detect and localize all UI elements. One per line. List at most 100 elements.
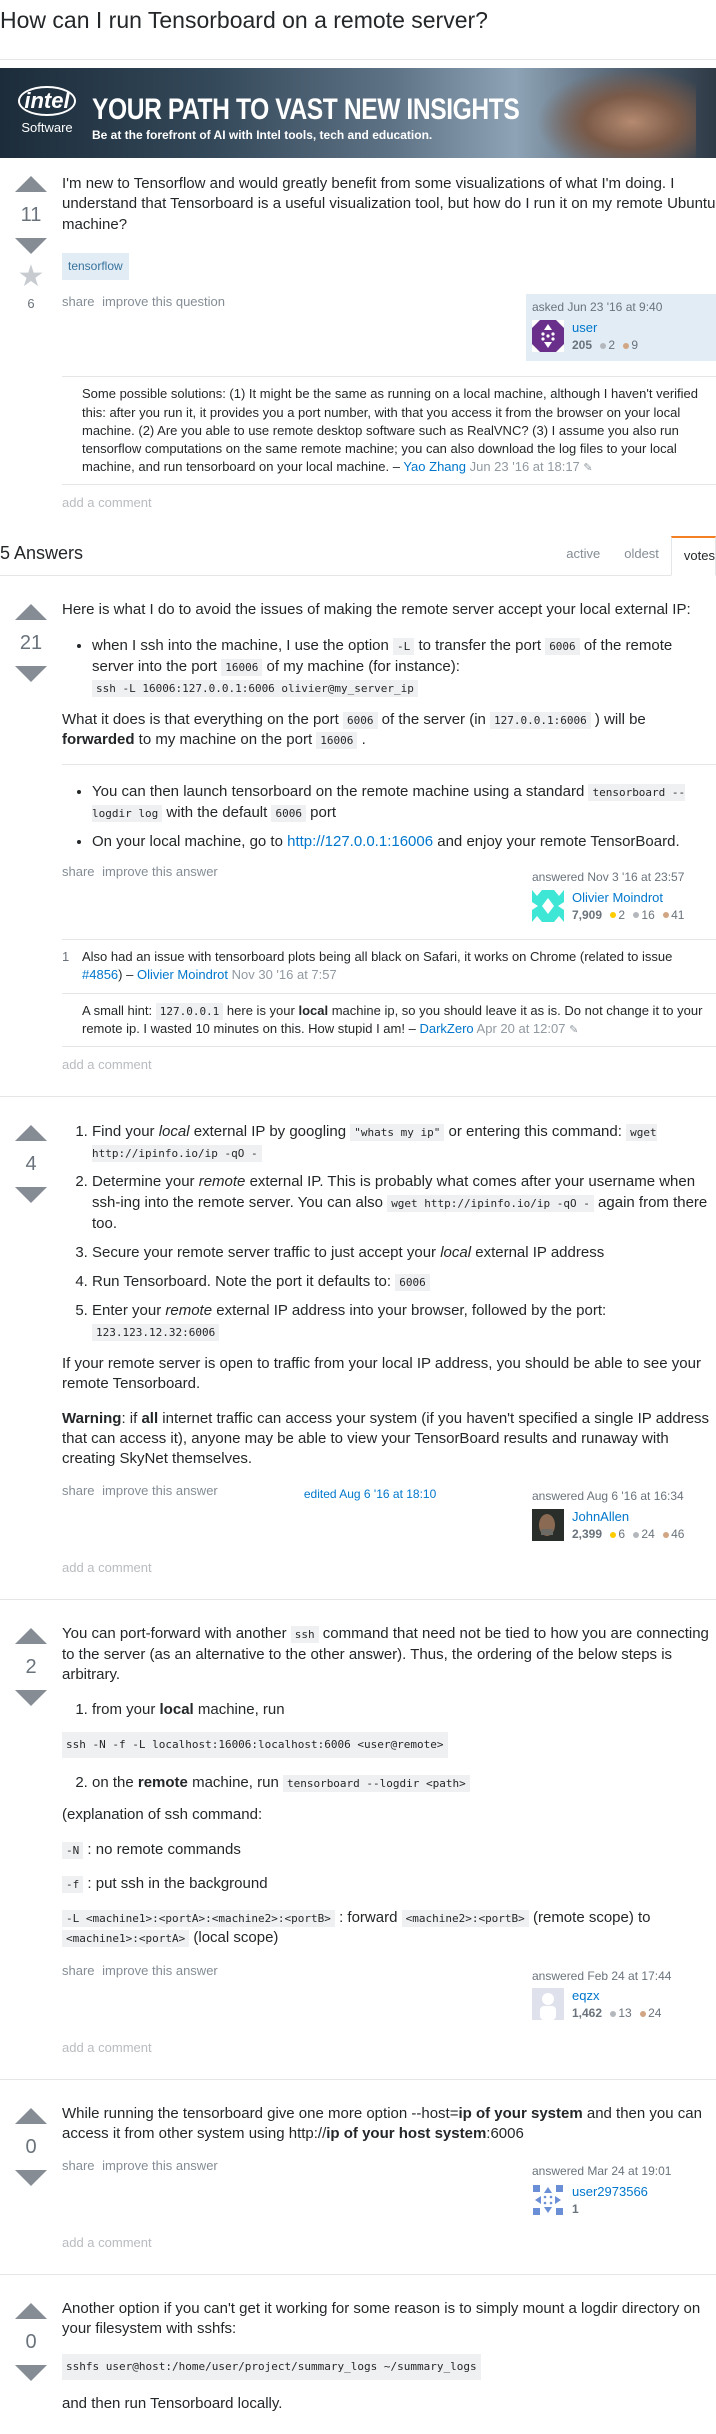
banner-subline: Be at the forefront of AI with Intel too… — [92, 128, 433, 142]
upvote-arrow-icon[interactable] — [15, 2107, 47, 2124]
tab-votes[interactable]: votes — [670, 536, 716, 577]
localhost-link[interactable]: http://127.0.0.1:16006 — [287, 833, 433, 850]
comment-score — [62, 385, 82, 476]
user-name-link[interactable]: JohnAllen — [572, 1509, 629, 1524]
answer-post-menu: share improve this answer — [62, 1963, 222, 1980]
answer-step: Enter your remote external IP address in… — [92, 1300, 716, 1342]
upvote-arrow-icon[interactable] — [15, 604, 47, 621]
downvote-arrow-icon[interactable] — [15, 666, 47, 683]
inline-code: <machine1>:<portA> — [62, 1930, 190, 1948]
inline-code: 16006 — [221, 658, 263, 676]
text: and enjoy your remote TensorBoard. — [433, 833, 680, 851]
text: You can port-forward with another — [62, 1625, 291, 1643]
user-name-link[interactable]: eqzx — [572, 1988, 599, 2003]
user-avatar[interactable] — [532, 1988, 564, 2021]
answer-post: 4 Find your local external IP by googlin… — [0, 1097, 716, 1601]
bronze-badge-count: 46 — [671, 1526, 685, 1541]
improve-answer-link[interactable]: improve this answer — [102, 864, 218, 879]
question-body-cell: I'm new to Tensorflow and would greatly … — [62, 164, 716, 528]
user-name-link[interactable]: Olivier Moindrot — [572, 890, 663, 905]
answer-body: Another option if you can't get it worki… — [62, 2289, 716, 2414]
user-avatar[interactable] — [531, 1508, 564, 1541]
bold-text: forwarded — [62, 730, 135, 748]
bronze-badge: 24 — [640, 2006, 661, 2020]
inline-code: 123.123.12.32:6006 — [92, 1324, 220, 1342]
answer-post-menu: share improve this answer — [62, 864, 222, 881]
answer-post: 21 Here is what I do to avoid the issues… — [0, 576, 716, 1098]
add-comment-link[interactable]: add a comment — [62, 1550, 716, 1593]
downvote-arrow-icon[interactable] — [15, 1690, 47, 1707]
answer-post-menu: share improve this answer — [62, 2158, 222, 2175]
add-comment-link[interactable]: add a comment — [62, 2225, 716, 2268]
upvote-arrow-icon[interactable] — [15, 1628, 47, 1645]
add-comment-link[interactable]: add a comment — [62, 1047, 716, 1090]
question-title[interactable]: How can I run Tensorboard on a remote se… — [0, 0, 716, 60]
inline-code: -L <machine1>:<portA>:<machine2>:<portB> — [62, 1910, 335, 1928]
user-avatar[interactable] — [532, 889, 564, 922]
answer-step: Find your local external IP by googling … — [92, 1121, 716, 1163]
inline-code: tensorboard --logdir <path> — [282, 1775, 470, 1793]
text: Determine your — [92, 1173, 199, 1191]
bronze-badge-count: 9 — [631, 337, 639, 352]
tab-oldest[interactable]: oldest — [612, 536, 671, 575]
answer-sort-tabs: active oldest votes — [554, 536, 716, 577]
add-comment-link[interactable]: add a comment — [62, 2030, 716, 2073]
answer-comments: 1 Also had an issue with tensorboard plo… — [62, 939, 716, 1048]
answer-footer: share improve this answer answered Nov 3… — [62, 864, 716, 931]
answer-signature: answered Aug 6 '16 at 16:34 JohnAllen 2,… — [526, 1483, 716, 1550]
downvote-arrow-icon[interactable] — [15, 238, 47, 254]
inline-code: ssh — [290, 1626, 319, 1644]
text: : if — [121, 1409, 142, 1427]
improve-question-link[interactable]: improve this question — [102, 294, 225, 309]
upvote-arrow-icon[interactable] — [15, 176, 47, 192]
gold-badge: 2 — [610, 908, 625, 922]
user-reputation: 1 — [572, 2202, 648, 2218]
answer-paragraph: -N : no remote commands — [62, 1840, 716, 1860]
add-comment-link[interactable]: add a comment — [62, 485, 716, 528]
text: (remote scope) to — [528, 1909, 651, 1927]
comment-user-link[interactable]: Yao Zhang — [403, 459, 466, 474]
downvote-arrow-icon[interactable] — [15, 1187, 47, 1204]
share-link[interactable]: share — [62, 294, 95, 309]
user-avatar[interactable] — [532, 2183, 564, 2216]
answer-vote-count: 4 — [25, 1153, 37, 1176]
issue-link[interactable]: #4856 — [82, 967, 118, 982]
downvote-arrow-icon[interactable] — [15, 2365, 47, 2381]
intel-ad-banner[interactable]: intel Software YOUR PATH TO VAST NEW INS… — [0, 68, 716, 158]
improve-answer-link[interactable]: improve this answer — [102, 1963, 218, 1978]
comment-date: Jun 23 '16 at 18:17 — [469, 459, 580, 475]
answered-date: answered Nov 3 '16 at 23:57 — [532, 870, 685, 885]
improve-answer-link[interactable]: improve this answer — [102, 1483, 218, 1498]
tag-tensorflow[interactable]: tensorflow — [62, 252, 129, 281]
answer-paragraph: -L <machine1>:<portA>:<machine2>:<portB>… — [62, 1908, 716, 1949]
text: machine, run — [187, 1774, 283, 1792]
answer-body: While running the tensorboard give one m… — [62, 2094, 716, 2145]
banner-headline: YOUR PATH TO VAST NEW INSIGHTS — [92, 93, 520, 126]
user-name-link[interactable]: user — [572, 320, 597, 335]
share-link[interactable]: share — [62, 2158, 95, 2173]
answer-vote-cell: 4 — [0, 1111, 62, 1593]
question-vote-cell: 11 ★ 6 — [0, 164, 62, 528]
share-link[interactable]: share — [62, 1963, 95, 1978]
emphasis: local — [440, 1244, 472, 1262]
tab-active[interactable]: active — [554, 536, 612, 575]
answer-paragraph: What it does is that everything on the p… — [62, 710, 716, 751]
downvote-arrow-icon[interactable] — [15, 2169, 47, 2186]
edited-date-link[interactable]: edited Aug 6 '16 at 18:10 — [304, 1483, 444, 1503]
comment-user-link[interactable]: DarkZero — [419, 1021, 473, 1036]
upvote-arrow-icon[interactable] — [15, 2303, 47, 2319]
user-avatar[interactable] — [532, 319, 564, 352]
improve-answer-link[interactable]: improve this answer — [102, 2158, 218, 2173]
bold-text: remote — [137, 1774, 188, 1792]
text: on the — [92, 1774, 138, 1792]
user-name-link[interactable]: user2973566 — [572, 2184, 648, 2199]
bronze-badge-count: 24 — [648, 2006, 662, 2021]
upvote-arrow-icon[interactable] — [15, 1125, 47, 1142]
answer-paragraph: and then run Tensorboard locally. — [62, 2394, 283, 2412]
comment-user-link[interactable]: Olivier Moindrot — [137, 967, 228, 982]
share-link[interactable]: share — [62, 1483, 95, 1498]
share-link[interactable]: share — [62, 864, 95, 879]
favorite-star-icon[interactable]: ★ — [0, 262, 62, 292]
bold-text: ip of your host system — [326, 2124, 487, 2142]
user-reputation: 1,462 13 24 — [572, 2006, 661, 2022]
